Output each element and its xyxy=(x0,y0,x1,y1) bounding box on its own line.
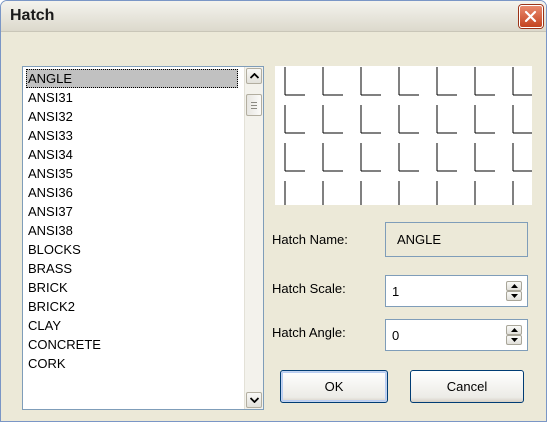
spin-down-icon xyxy=(511,294,518,298)
hatch-scale-label: Hatch Scale: xyxy=(272,281,346,296)
hatch-angle-increment[interactable] xyxy=(506,325,522,335)
hatch-angle-decrement[interactable] xyxy=(506,335,522,345)
hatch-preview xyxy=(275,66,532,205)
list-item[interactable]: ANSI35 xyxy=(26,164,238,183)
grip-line xyxy=(251,105,257,106)
list-item[interactable]: BRICK2 xyxy=(26,297,238,316)
scroll-down-button[interactable] xyxy=(246,392,262,408)
list-item[interactable]: BLOCKS xyxy=(26,240,238,259)
hatch-scale-input[interactable] xyxy=(392,282,492,300)
spin-up-icon xyxy=(511,284,518,288)
hatch-angle-field[interactable] xyxy=(385,319,528,351)
hatch-scale-decrement[interactable] xyxy=(506,291,522,301)
ok-button[interactable]: OK xyxy=(280,370,388,403)
cancel-button[interactable]: Cancel xyxy=(410,370,524,403)
list-item[interactable]: ANSI31 xyxy=(26,88,238,107)
grip-line xyxy=(251,102,257,103)
list-item[interactable]: BRASS xyxy=(26,259,238,278)
list-item[interactable]: ANSI33 xyxy=(26,126,238,145)
list-item[interactable]: ANSI36 xyxy=(26,183,238,202)
dialog-title: Hatch xyxy=(10,7,55,24)
chevron-up-icon xyxy=(250,73,259,79)
spin-up-icon xyxy=(511,328,518,332)
hatch-pattern-preview xyxy=(284,67,532,205)
spin-down-icon xyxy=(511,338,518,342)
list-item[interactable]: CORK xyxy=(26,354,238,373)
list-item[interactable]: BRICK xyxy=(26,278,238,297)
list-item[interactable]: ANSI34 xyxy=(26,145,238,164)
hatch-angle-spinner[interactable] xyxy=(506,325,522,345)
close-icon xyxy=(524,10,537,23)
list-item[interactable]: ANGLE xyxy=(26,69,238,88)
scroll-up-button[interactable] xyxy=(246,68,262,84)
hatch-scale-increment[interactable] xyxy=(506,281,522,291)
hatch-scale-field[interactable] xyxy=(385,275,528,307)
pattern-listbox[interactable]: ANGLE ANSI31 ANSI32 ANSI33 ANSI34 ANSI35 ANSI3… xyxy=(22,66,264,410)
list-item[interactable]: CLAY xyxy=(26,316,238,335)
grip-line xyxy=(251,108,257,109)
list-item[interactable]: ANSI37 xyxy=(26,202,238,221)
hatch-dialog: Hatch ANGLE ANSI31 ANSI32 ANSI33 ANSI34 ANSI3… xyxy=(0,0,547,422)
hatch-name-value: ANGLE xyxy=(385,222,528,257)
title-bar[interactable]: Hatch xyxy=(1,1,546,32)
hatch-scale-spinner[interactable] xyxy=(506,281,522,301)
close-button[interactable] xyxy=(519,5,543,28)
hatch-angle-input[interactable] xyxy=(392,326,492,344)
pattern-list: ANGLE ANSI31 ANSI32 ANSI33 ANSI34 ANSI35 ANSI3… xyxy=(26,69,238,373)
hatch-lines xyxy=(284,67,532,205)
hatch-angle-label: Hatch Angle: xyxy=(272,325,346,340)
list-item[interactable]: CONCRETE xyxy=(26,335,238,354)
scroll-thumb[interactable] xyxy=(246,94,262,116)
hatch-name-label: Hatch Name: xyxy=(272,232,348,247)
chevron-down-icon xyxy=(250,397,259,403)
list-item[interactable]: ANSI32 xyxy=(26,107,238,126)
vertical-scrollbar[interactable] xyxy=(244,67,263,409)
list-item[interactable]: ANSI38 xyxy=(26,221,238,240)
